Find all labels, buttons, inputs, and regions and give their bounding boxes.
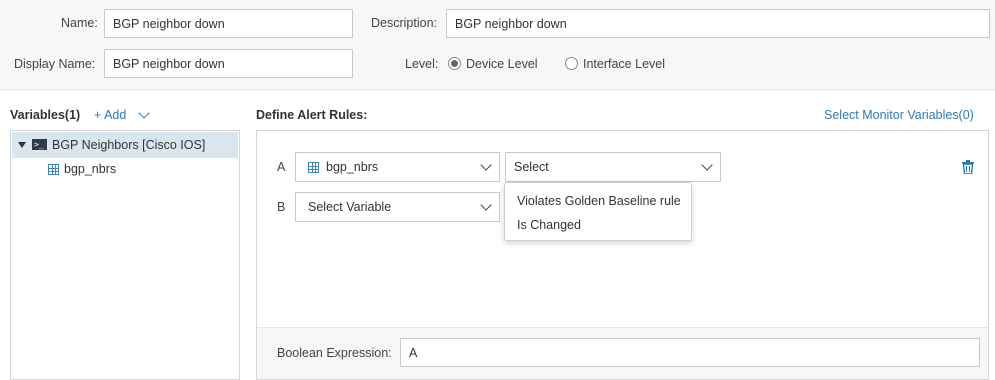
- rule-a-condition-select[interactable]: Select: [505, 152, 721, 182]
- variables-tree: >_ BGP Neighbors [Cisco IOS] bgp_nbrs: [10, 130, 240, 380]
- table-icon: [308, 162, 319, 173]
- condition-dropdown-menu: Violates Golden Baseline rule Is Changed: [504, 182, 692, 241]
- delete-trash-icon[interactable]: [962, 160, 974, 174]
- terminal-icon: >_: [32, 139, 47, 150]
- name-label: Name:: [61, 16, 98, 30]
- display-name-label: Display Name:: [14, 57, 96, 71]
- name-input[interactable]: [104, 9, 353, 38]
- select-monitor-variables-link[interactable]: Select Monitor Variables(0): [824, 108, 974, 122]
- rule-letter-b: B: [277, 200, 286, 214]
- table-icon: [48, 164, 59, 175]
- add-dropdown-chevron-icon[interactable]: [138, 107, 150, 119]
- rule-a-variable-value: bgp_nbrs: [326, 160, 379, 174]
- tree-item-bgp-nbrs[interactable]: bgp_nbrs: [12, 156, 238, 182]
- expand-triangle-icon[interactable]: [18, 142, 26, 148]
- rule-b-variable-value: Select Variable: [308, 200, 392, 214]
- device-level-option[interactable]: Device Level: [466, 57, 538, 71]
- tree-item-label: bgp_nbrs: [64, 162, 117, 176]
- rule-b-variable-select[interactable]: Select Variable: [295, 192, 500, 222]
- level-label: Level:: [405, 57, 439, 71]
- chevron-down-icon: [480, 159, 492, 171]
- description-label: Description:: [371, 16, 437, 30]
- rule-a-condition-value: Select: [514, 160, 549, 174]
- add-variable-button[interactable]: + Add: [94, 108, 126, 122]
- display-name-input[interactable]: [104, 49, 353, 78]
- boolean-expression-label: Boolean Expression:: [277, 346, 392, 360]
- tree-item-label: BGP Neighbors [Cisco IOS]: [52, 138, 206, 152]
- chevron-down-icon: [701, 159, 713, 171]
- chevron-down-icon: [480, 199, 492, 211]
- interface-level-option[interactable]: Interface Level: [583, 57, 665, 71]
- menu-item-violates-golden-baseline[interactable]: Violates Golden Baseline rule: [517, 194, 681, 208]
- alert-form-header: Name: Description: Display Name: Level: …: [0, 0, 995, 90]
- variables-title: Variables(1): [10, 108, 81, 122]
- alert-rules-panel: A bgp_nbrs Select B Select Variable Bool…: [256, 130, 989, 380]
- description-input[interactable]: [446, 9, 990, 38]
- boolean-expression-input[interactable]: [400, 338, 980, 367]
- device-level-radio[interactable]: [448, 57, 461, 70]
- boolean-expression-area: Boolean Expression:: [257, 327, 988, 379]
- menu-item-is-changed[interactable]: Is Changed: [517, 218, 581, 232]
- define-alert-rules-title: Define Alert Rules:: [256, 108, 368, 122]
- rule-a-variable-select[interactable]: bgp_nbrs: [295, 152, 500, 182]
- interface-level-radio[interactable]: [565, 57, 578, 70]
- tree-item-bgp-neighbors[interactable]: >_ BGP Neighbors [Cisco IOS]: [12, 132, 238, 158]
- rule-letter-a: A: [277, 160, 286, 174]
